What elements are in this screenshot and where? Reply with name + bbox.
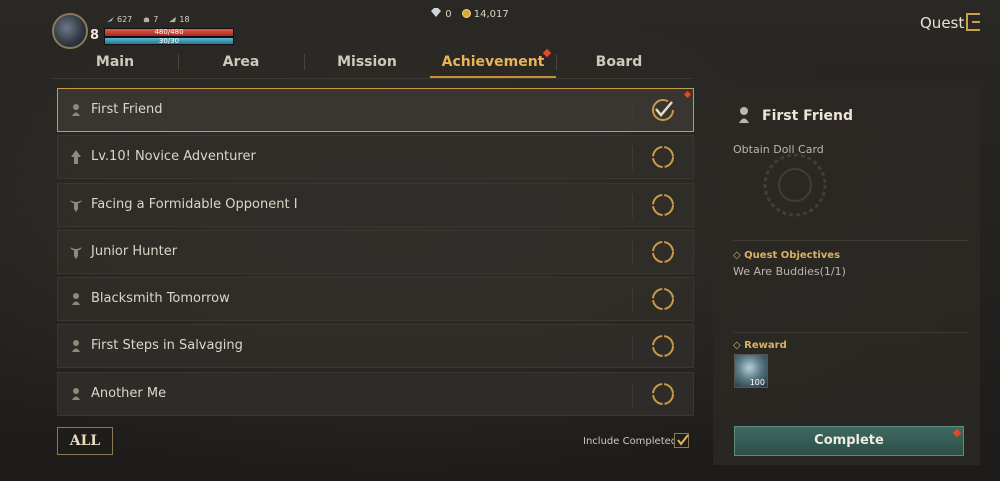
- bull-skull-icon: [70, 199, 82, 212]
- achievement-row[interactable]: First Steps in Salvaging: [57, 324, 694, 369]
- doll-icon: [72, 387, 80, 400]
- tab-divider: [556, 54, 557, 70]
- stat-defense: 7: [142, 15, 158, 24]
- player-avatar[interactable]: [52, 13, 88, 49]
- achievement-row[interactable]: Facing a Formidable Opponent I: [57, 182, 694, 227]
- achievement-row[interactable]: Another Me: [57, 371, 694, 416]
- tab-area[interactable]: Area: [178, 50, 304, 78]
- check-icon: [677, 434, 689, 446]
- achievement-label: First Friend: [91, 102, 163, 117]
- tab-divider: [178, 54, 179, 70]
- include-completed-label: Include Completed: [583, 436, 678, 447]
- tab-board[interactable]: Board: [556, 50, 682, 78]
- hp-text: 480/480: [154, 28, 184, 36]
- row-divider: [632, 288, 633, 313]
- row-divider: [632, 99, 633, 123]
- progress-ring-icon: [652, 240, 674, 263]
- row-divider: [632, 193, 633, 218]
- gold-currency: 14,017: [461, 9, 509, 20]
- objectives-heading: ◇ Quest Objectives: [733, 250, 841, 261]
- row-divider: [632, 335, 633, 360]
- completed-check-icon: [652, 99, 674, 121]
- achievement-label: First Steps in Salvaging: [91, 338, 243, 354]
- progress-ring-icon: [652, 146, 674, 169]
- helmet-icon: [144, 17, 150, 23]
- arrow-up-icon: [71, 150, 81, 165]
- progress-ring-icon: [652, 193, 674, 216]
- stat-speed: 18: [168, 15, 190, 24]
- tab-achievement[interactable]: Achievement: [430, 48, 556, 78]
- achievement-row[interactable]: Lv.10! Novice Adventurer: [57, 135, 694, 180]
- stat-attack: 627: [106, 15, 132, 24]
- progress-ring-icon: [652, 382, 674, 405]
- gem-icon: [431, 8, 441, 17]
- reward-item-icon[interactable]: 100: [734, 354, 768, 388]
- currency-bar: 0 14,017: [430, 8, 509, 20]
- complete-button[interactable]: Complete: [734, 426, 964, 456]
- achievement-list: First Friend Lv.10! Novice Adventurer Fa…: [57, 88, 694, 419]
- gold-coin-icon: [461, 9, 471, 18]
- row-divider: [632, 382, 633, 407]
- achievement-label: Facing a Formidable Opponent I: [91, 196, 298, 212]
- tab-mission[interactable]: Mission: [304, 50, 430, 78]
- player-level: 8: [90, 28, 100, 43]
- progress-ring-icon: [652, 288, 674, 311]
- gem-currency: 0: [430, 8, 452, 20]
- page-title: Quest: [920, 14, 965, 32]
- feather-icon: [107, 16, 114, 23]
- achievement-row[interactable]: First Friend: [57, 88, 694, 132]
- tab-main[interactable]: Main: [52, 50, 178, 78]
- doll-icon: [739, 107, 749, 123]
- progress-ring-icon: [652, 335, 674, 358]
- reward-heading: ◇ Reward: [733, 340, 787, 351]
- mp-text: 30/30: [158, 37, 180, 45]
- complete-button-label: Complete: [814, 433, 884, 448]
- achievement-row[interactable]: Junior Hunter: [57, 229, 694, 274]
- diamond-bullet-icon: ◇: [733, 250, 745, 261]
- row-divider: [632, 146, 633, 171]
- doll-icon: [72, 293, 80, 306]
- detail-title: First Friend: [762, 108, 854, 124]
- achievement-label: Blacksmith Tomorrow: [91, 291, 230, 307]
- include-completed-checkbox[interactable]: [674, 433, 689, 448]
- detail-description: Obtain Doll Card: [733, 143, 824, 156]
- divider: [733, 332, 968, 333]
- achievement-label: Another Me: [91, 385, 167, 401]
- achievement-row[interactable]: Blacksmith Tomorrow: [57, 277, 694, 322]
- achievement-label: Junior Hunter: [91, 243, 178, 259]
- player-stats: 627 7 18: [106, 15, 190, 24]
- all-filter-button[interactable]: ALL: [57, 427, 113, 455]
- achievement-label: Lv.10! Novice Adventurer: [91, 149, 256, 165]
- emblem-watermark: [763, 153, 827, 217]
- wing-icon: [169, 16, 177, 23]
- doll-icon: [72, 104, 80, 116]
- tab-underline: [52, 78, 692, 79]
- tab-bar: Main Area Mission Achievement Board: [52, 48, 682, 78]
- tab-achievement-label: Achievement: [441, 54, 545, 70]
- doll-icon: [72, 340, 80, 353]
- hp-bar: 480/480: [104, 28, 234, 37]
- notification-dot: [683, 90, 692, 99]
- bull-skull-icon: [70, 246, 82, 259]
- row-divider: [632, 240, 633, 265]
- exit-icon[interactable]: [966, 13, 980, 31]
- reward-quantity: 100: [749, 378, 765, 387]
- objective-text: We Are Buddies(1/1): [733, 265, 846, 278]
- mp-bar: 30/30: [104, 37, 234, 45]
- diamond-bullet-icon: ◇: [733, 340, 745, 351]
- tab-divider: [304, 54, 305, 70]
- notification-dot: [952, 428, 962, 438]
- divider: [733, 240, 968, 241]
